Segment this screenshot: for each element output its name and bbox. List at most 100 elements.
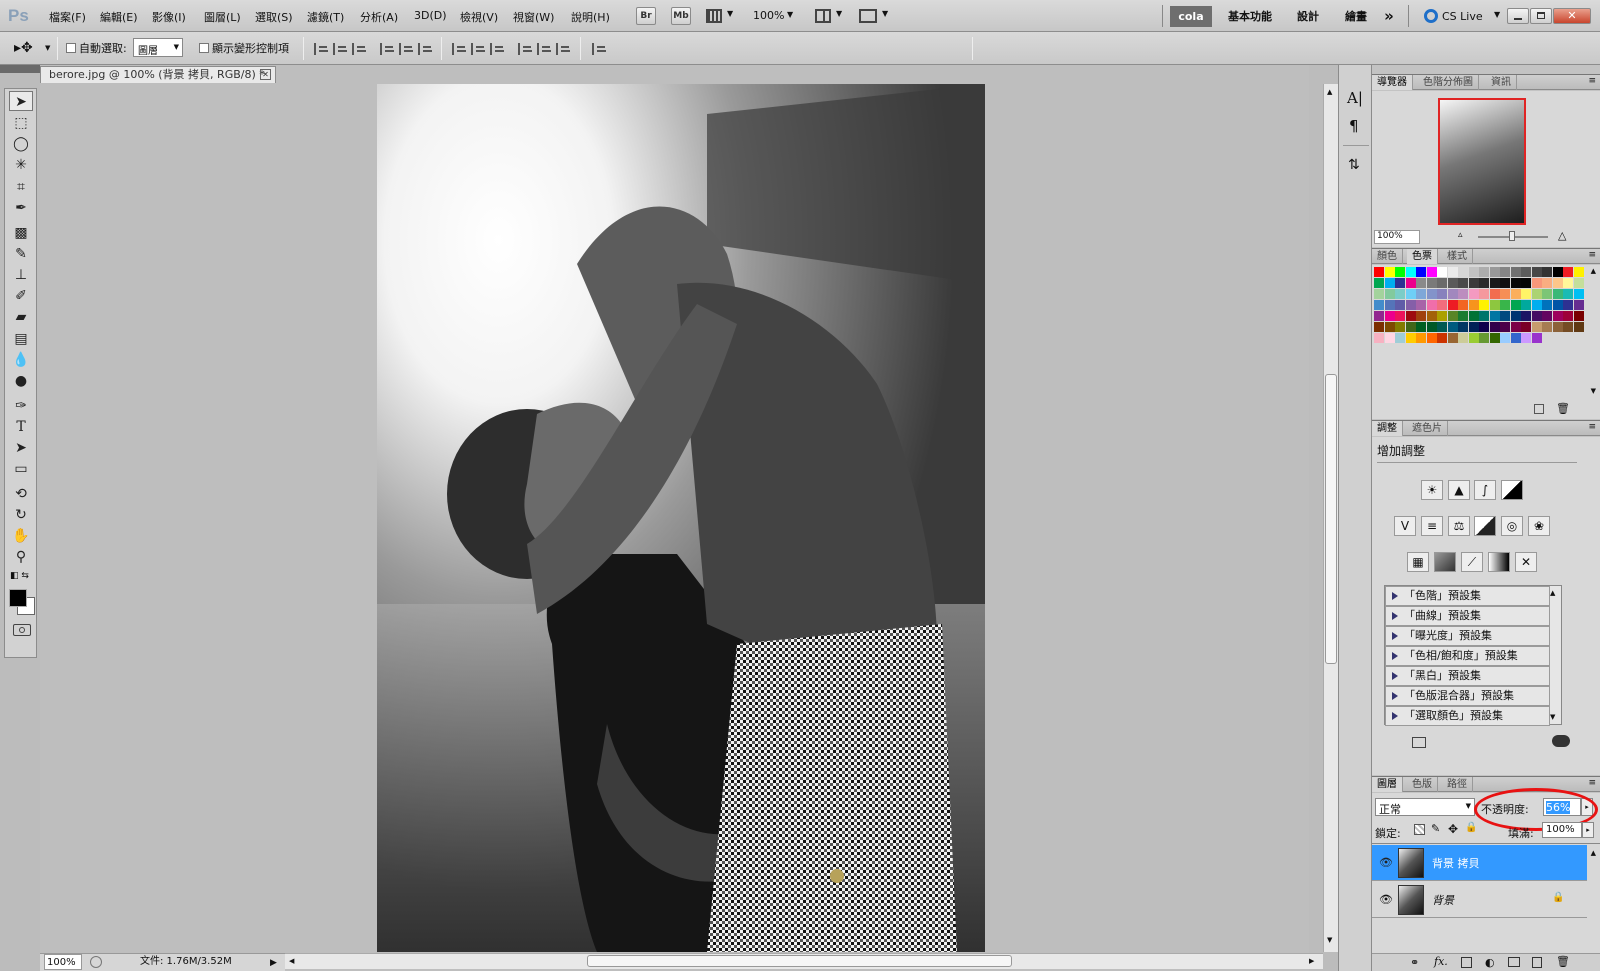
blur-tool-icon[interactable]: 💧 <box>9 350 33 370</box>
menu-help[interactable]: 說明(H) <box>571 9 610 25</box>
color-swatch[interactable] <box>1552 289 1563 299</box>
color-swatch[interactable] <box>1542 289 1552 299</box>
link-layers-icon[interactable]: ⚭ <box>1410 956 1419 969</box>
distribute-vcenter-icon[interactable] <box>471 43 485 55</box>
color-swatch[interactable] <box>1416 311 1426 321</box>
mini-bridge-button[interactable]: Mb <box>671 7 691 25</box>
navigator-zoom-field[interactable]: 100% <box>1374 230 1420 244</box>
color-swatch[interactable] <box>1489 322 1500 332</box>
color-swatch[interactable] <box>1510 267 1521 277</box>
preset-curves[interactable]: 「曲線」預設集 <box>1385 606 1550 626</box>
color-swatch[interactable] <box>1395 289 1405 299</box>
color-swatch[interactable] <box>1542 267 1552 277</box>
menu-window[interactable]: 視窗(W) <box>513 9 554 25</box>
move-tool-icon[interactable]: ➤ <box>9 91 33 111</box>
color-swatch[interactable] <box>1510 300 1521 310</box>
color-swatch[interactable] <box>1479 267 1489 277</box>
type-tool-icon[interactable]: T <box>9 417 33 437</box>
color-swatch[interactable] <box>1447 300 1458 310</box>
lasso-tool-icon[interactable]: ◯ <box>9 134 33 154</box>
color-swatch[interactable] <box>1426 300 1437 310</box>
horizontal-scrollbar[interactable]: ◀ ▶ <box>285 953 1323 969</box>
paragraph-panel-icon[interactable]: ¶ <box>1349 117 1359 135</box>
tab-styles[interactable]: 樣式 <box>1442 249 1473 264</box>
navigator-zoom-handle[interactable] <box>1509 231 1515 241</box>
screen-mode-icon[interactable] <box>859 9 877 23</box>
color-swatch[interactable] <box>1489 267 1500 277</box>
vertical-scroll-thumb[interactable] <box>1325 374 1337 664</box>
new-group-icon[interactable] <box>1508 957 1520 967</box>
color-swatch[interactable] <box>1416 267 1426 277</box>
color-swatch[interactable] <box>1395 322 1405 332</box>
blend-mode-dropdown[interactable]: 正常 ▼ <box>1375 798 1475 816</box>
lock-all-icon[interactable]: 🔒 <box>1465 822 1477 833</box>
zoom-level[interactable]: 100% <box>753 9 784 22</box>
color-swatch[interactable] <box>1437 300 1447 310</box>
clone-source-panel-icon[interactable]: ⇅ <box>1348 157 1360 173</box>
distribute-right-icon[interactable] <box>556 43 570 55</box>
color-swatch[interactable] <box>1426 267 1437 277</box>
toolbox-collapse-strip[interactable] <box>0 65 40 73</box>
clone-stamp-tool-icon[interactable]: ⊥ <box>9 265 33 285</box>
color-swatch[interactable] <box>1468 333 1479 343</box>
vertical-scrollbar[interactable]: ▲ ▼ <box>1323 84 1338 952</box>
close-window-button[interactable]: ✕ <box>1553 8 1591 24</box>
color-swatch[interactable] <box>1573 311 1584 321</box>
color-swatch[interactable] <box>1510 333 1521 343</box>
color-swatch[interactable] <box>1500 289 1510 299</box>
scroll-up-icon[interactable]: ▲ <box>1591 849 1596 857</box>
color-swatch[interactable] <box>1426 322 1437 332</box>
color-swatch[interactable] <box>1510 322 1521 332</box>
distribute-bottom-icon[interactable] <box>490 43 504 55</box>
layer-name[interactable]: 背景 <box>1432 892 1454 908</box>
workspace-painting[interactable]: 繪畫 <box>1336 6 1376 27</box>
3d-rotate-tool-icon[interactable]: ⟲ <box>9 484 33 504</box>
color-swatch[interactable] <box>1500 278 1510 288</box>
scroll-up-icon[interactable]: ▲ <box>1591 267 1596 275</box>
scroll-down-icon[interactable]: ▼ <box>1591 387 1596 395</box>
chevron-down-icon[interactable]: ▼ <box>727 9 733 18</box>
threshold-icon[interactable]: ⟋ <box>1461 552 1483 572</box>
hand-tool-icon[interactable]: ✋ <box>9 526 33 546</box>
chevron-down-icon[interactable]: ▼ <box>882 9 888 18</box>
crop-tool-icon[interactable]: ⌗ <box>9 177 33 197</box>
menu-analysis[interactable]: 分析(A) <box>360 9 398 25</box>
zoom-out-icon[interactable]: ▵ <box>1458 230 1463 240</box>
hue-saturation-icon[interactable]: ≡ <box>1421 516 1443 536</box>
color-swatch[interactable] <box>1384 311 1395 321</box>
chevron-down-icon[interactable]: ▼ <box>787 10 793 19</box>
panel-menu-icon[interactable]: ≡ <box>1588 778 1596 788</box>
color-swatch[interactable] <box>1405 300 1416 310</box>
image-canvas[interactable] <box>377 84 985 952</box>
color-swatch[interactable] <box>1552 322 1563 332</box>
color-swatch[interactable] <box>1447 311 1458 321</box>
color-swatch[interactable] <box>1405 278 1416 288</box>
scroll-down-icon[interactable]: ▼ <box>1550 713 1555 721</box>
color-swatch[interactable] <box>1563 267 1573 277</box>
color-swatch[interactable] <box>1416 322 1426 332</box>
brightness-contrast-icon[interactable]: ☀ <box>1421 480 1443 500</box>
zoom-tool-icon[interactable]: ⚲ <box>9 547 33 567</box>
color-swatch[interactable] <box>1395 300 1405 310</box>
color-swatch[interactable] <box>1510 311 1521 321</box>
color-swatch[interactable] <box>1531 333 1542 343</box>
color-swatch[interactable] <box>1458 300 1468 310</box>
color-swatch[interactable] <box>1437 289 1447 299</box>
add-mask-icon[interactable] <box>1461 957 1472 968</box>
clip-to-layer-icon[interactable] <box>1412 737 1426 748</box>
color-swatch[interactable] <box>1437 267 1447 277</box>
color-swatch[interactable] <box>1447 289 1458 299</box>
workspace-essentials[interactable]: 基本功能 <box>1220 6 1280 27</box>
lock-transparency-icon[interactable] <box>1414 824 1425 835</box>
exposure-icon[interactable] <box>1501 480 1523 500</box>
color-swatch[interactable] <box>1395 311 1405 321</box>
color-swatch[interactable] <box>1563 289 1573 299</box>
panel-menu-icon[interactable]: ≡ <box>1588 422 1596 432</box>
status-menu-arrow-icon[interactable]: ▶ <box>270 955 277 971</box>
color-swatch[interactable] <box>1563 300 1573 310</box>
healing-brush-tool-icon[interactable]: ▩ <box>9 223 33 243</box>
restore-button[interactable] <box>1530 8 1552 24</box>
color-swatch[interactable] <box>1573 300 1584 310</box>
color-swatch[interactable] <box>1374 289 1384 299</box>
lock-pixels-icon[interactable]: ✎ <box>1431 822 1440 835</box>
